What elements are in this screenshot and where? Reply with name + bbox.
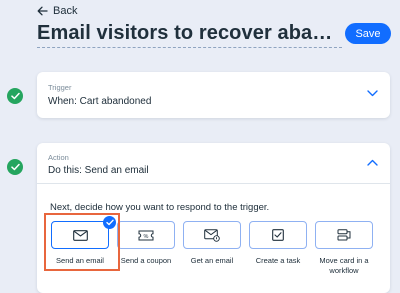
chevron-up-icon[interactable] (367, 159, 378, 166)
envelope-bell-icon (204, 228, 220, 242)
option-tile[interactable] (249, 221, 307, 249)
task-checkbox-icon (272, 229, 284, 241)
option-tile[interactable]: % (117, 221, 175, 249)
action-summary: Do this: Send an email (48, 165, 149, 176)
action-prompt: Next, decide how you want to respond to … (50, 202, 270, 213)
step-complete-check-icon (7, 159, 23, 175)
page-title[interactable]: Email visitors to recover abandoned cart… (37, 20, 342, 48)
arrow-left-icon (37, 6, 48, 16)
option-label: Create a task (255, 256, 301, 265)
trigger-card[interactable]: Trigger When: Cart abandoned (37, 72, 390, 118)
option-tile[interactable] (315, 221, 373, 249)
coupon-icon: % (138, 230, 154, 240)
action-kicker: Action (48, 153, 69, 162)
option-label: Get an email (190, 256, 234, 265)
selection-highlight (44, 213, 120, 271)
trigger-kicker: Trigger (48, 83, 72, 92)
option-create-task[interactable]: Create a task (240, 221, 316, 266)
chevron-down-icon[interactable] (367, 90, 378, 97)
option-label: Move card in a workflow (319, 256, 369, 275)
workflow-card-icon (337, 229, 351, 241)
svg-text:%: % (144, 233, 149, 239)
option-get-email[interactable]: Get an email (174, 221, 250, 266)
trigger-summary: When: Cart abandoned (48, 96, 152, 107)
back-label: Back (53, 5, 78, 17)
save-button[interactable]: Save (345, 23, 391, 44)
option-tile[interactable] (183, 221, 241, 249)
step-complete-check-icon (7, 88, 23, 104)
back-link[interactable]: Back (37, 4, 77, 18)
action-card-header[interactable]: Action Do this: Send an email (37, 143, 390, 183)
card-divider (37, 183, 390, 184)
option-move-card-workflow[interactable]: Move card in a workflow (306, 221, 382, 276)
